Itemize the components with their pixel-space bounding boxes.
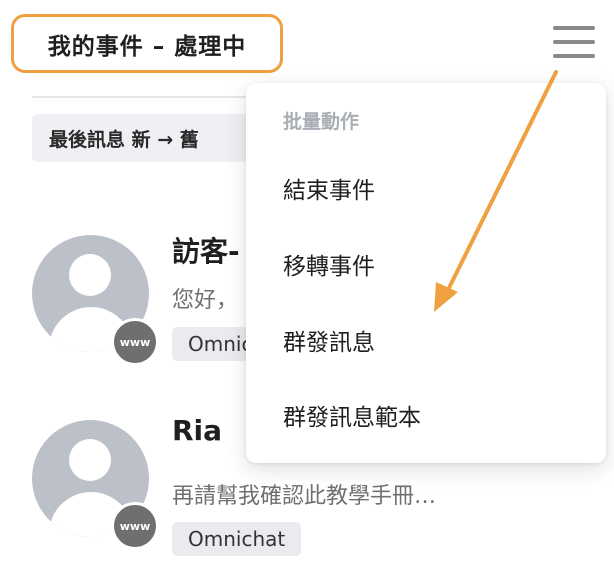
menu-bar-bottom [553,54,595,58]
hamburger-menu-icon[interactable] [553,26,595,58]
page-title: 我的事件 – 處理中 [11,14,283,73]
menu-item-close-event[interactable]: 結束事件 [283,171,375,205]
sort-order-button[interactable]: 最後訊息 新 → 舊 [32,114,267,162]
avatar-head-shape [69,439,111,481]
menu-item-transfer-event[interactable]: 移轉事件 [283,247,375,281]
conversation-last-message: 您好， [172,288,239,313]
web-channel-badge: www [111,502,159,550]
menu-bar-top [553,26,595,30]
conversation-name: 訪客- [172,235,240,268]
menu-section-header: 批量動作 [283,111,360,133]
conversation-name: Ria [172,414,223,447]
web-channel-badge: www [111,318,159,366]
menu-item-broadcast-template[interactable]: 群發訊息範本 [283,398,421,432]
avatar-head-shape [69,254,111,296]
conversation-last-message: 再請幫我確認此教學手冊… [172,484,437,509]
bulk-actions-menu: 批量動作 結束事件 移轉事件 群發訊息 群發訊息範本 [246,83,606,463]
channel-tag: Omnichat [172,522,302,556]
menu-item-broadcast-message[interactable]: 群發訊息 [283,323,375,357]
menu-bar-middle [553,40,595,44]
